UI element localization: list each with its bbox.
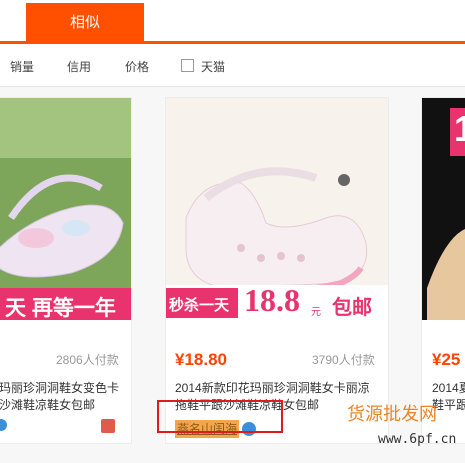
- title-line-2: 沙滩鞋凉鞋女包邮: [0, 398, 96, 412]
- tab-similar[interactable]: 相似: [26, 3, 144, 43]
- title-line-1: 玛丽珍洞洞鞋女变色卡: [0, 381, 120, 395]
- product-image[interactable]: 天 再等一年: [0, 98, 131, 320]
- sort-price[interactable]: 价格: [125, 58, 149, 75]
- product-title[interactable]: 玛丽珍洞洞鞋女变色卡 沙滩鞋凉鞋女包邮: [0, 380, 119, 414]
- product-price: ¥25: [432, 350, 461, 369]
- heart-icon[interactable]: [101, 419, 115, 433]
- watermark-url: www.6pf.cn: [378, 432, 457, 447]
- banner-top: 1: [454, 108, 465, 150]
- watermark-text: 货源批发网: [347, 404, 437, 425]
- filter-bar: 销量 信用 价格 天猫: [0, 44, 465, 87]
- banner-unit: 元: [311, 307, 321, 318]
- product-image[interactable]: 秒杀一天 18.8 元 包邮: [166, 98, 388, 320]
- product-card[interactable]: 天 再等一年 2806人付款 玛丽珍洞洞鞋女变色卡 沙滩鞋凉鞋女包邮: [0, 97, 132, 444]
- product-card[interactable]: 秒杀一天 18.8 元 包邮 ¥18.80 3790人付款 2014新款印花玛丽…: [165, 97, 389, 444]
- banner-left: 秒杀一天: [169, 297, 230, 314]
- highlight-box: [157, 400, 283, 433]
- banner-text: 天 再等一年: [5, 297, 116, 320]
- sort-credit[interactable]: 信用: [67, 58, 91, 75]
- product-photo: [0, 98, 131, 320]
- tmall-label[interactable]: 天猫: [201, 58, 225, 75]
- product-price: ¥18.80: [175, 350, 227, 369]
- title-line-1: 2014夏: [432, 381, 465, 395]
- banner-right: 包邮: [332, 297, 372, 319]
- tab-bar: 相似: [0, 0, 465, 44]
- title-line-1: 2014新款印花玛丽珍洞洞鞋女卡丽凉: [175, 381, 370, 395]
- banner-price: 18.8: [244, 282, 300, 318]
- sales-count: 3790人付款: [312, 353, 375, 367]
- product-image[interactable]: 1: [422, 98, 465, 320]
- product-card[interactable]: 1 ¥25 2014夏 鞋平跟: [421, 97, 465, 444]
- wangwang-icon[interactable]: [0, 419, 7, 431]
- tmall-checkbox[interactable]: [181, 59, 194, 72]
- sort-sales[interactable]: 销量: [10, 58, 34, 75]
- sales-count: 2806人付款: [56, 353, 119, 367]
